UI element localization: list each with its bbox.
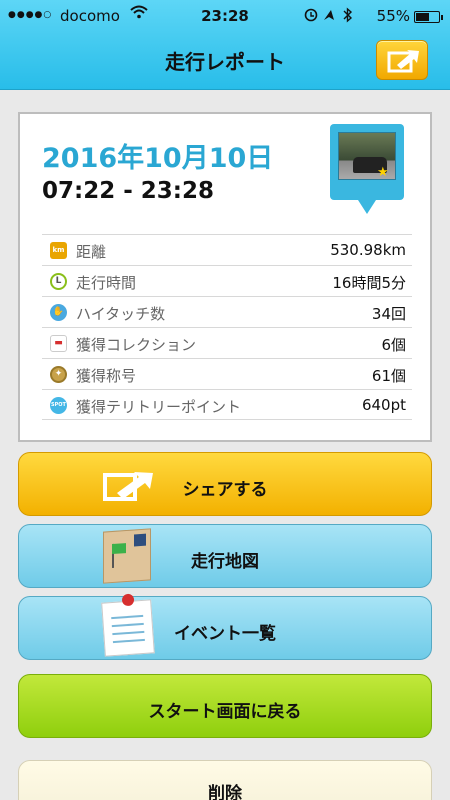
stat-label: 獲得称号 [76,367,137,385]
medal-icon: ✦ [50,366,67,383]
event-list-button-label: イベント一覧 [174,624,276,644]
stat-row-distance: km 距離 530.98km [42,234,412,265]
hand-icon: ✋ [50,304,67,321]
battery-level: 55% [376,7,410,25]
drive-map-button[interactable]: 走行地図 [18,524,432,588]
stat-label: 獲得コレクション [76,336,197,354]
delete-button[interactable]: 削除 [18,760,432,800]
stat-row-titles: ✦ 獲得称号 61個 [42,358,412,389]
stat-label: ハイタッチ数 [76,305,166,323]
report-date: 2016年10月10日 [42,143,274,174]
star-icon: ★ [377,165,389,180]
back-to-start-button-label: スタート画面に戻る [148,702,302,722]
share-button-label: シェアする [182,480,268,500]
event-list-button[interactable]: イベント一覧 [18,593,432,660]
drive-photo-thumbnail[interactable]: ★ [330,124,404,214]
delete-button-label: 削除 [208,784,242,800]
stat-row-drive-time: L 走行時間 16時間5分 [42,265,412,296]
stat-value: 6個 [381,336,406,354]
stat-value: 16時間5分 [332,274,406,292]
stat-value: 61個 [371,367,406,385]
stat-value: 640pt [361,396,406,414]
report-time-range: 07:22 - 23:28 [42,178,214,204]
stats-list: km 距離 530.98km L 走行時間 16時間5分 ✋ ハイタッチ数 34… [42,234,412,420]
stat-label: 距離 [76,243,107,261]
share-arrow-icon [387,50,419,73]
pin-tail [358,200,376,214]
header-share-button[interactable] [376,40,428,80]
battery-icon [414,11,443,23]
share-button[interactable]: シェアする [18,452,432,516]
car-icon: ▬ [50,335,67,352]
km-icon: km [50,242,67,259]
stat-row-territory: SPOT 獲得テリトリーポイント 640pt [42,389,412,420]
stat-row-collection: ▬ 獲得コレクション 6個 [42,327,412,358]
app-header: ●●●●○ docomo 23:28 55% 走行レポート [0,0,450,90]
status-bar: ●●●●○ docomo 23:28 55% [0,0,450,32]
clock-icon: L [50,273,67,290]
stat-row-high-touch: ✋ ハイタッチ数 34回 [42,296,412,327]
stat-value: 34回 [371,305,406,323]
stat-label: 走行時間 [76,274,137,292]
system-icons [304,7,364,27]
stat-value: 530.98km [330,241,406,259]
stat-label: 獲得テリトリーポイント [76,398,242,416]
car-photo: ★ [338,132,396,180]
report-card: 2016年10月10日 07:22 - 23:28 ★ km 距離 530.98… [18,112,432,442]
drive-map-button-label: 走行地図 [191,552,259,572]
spot-icon: SPOT [50,397,67,414]
back-to-start-button[interactable]: スタート画面に戻る [18,674,432,738]
